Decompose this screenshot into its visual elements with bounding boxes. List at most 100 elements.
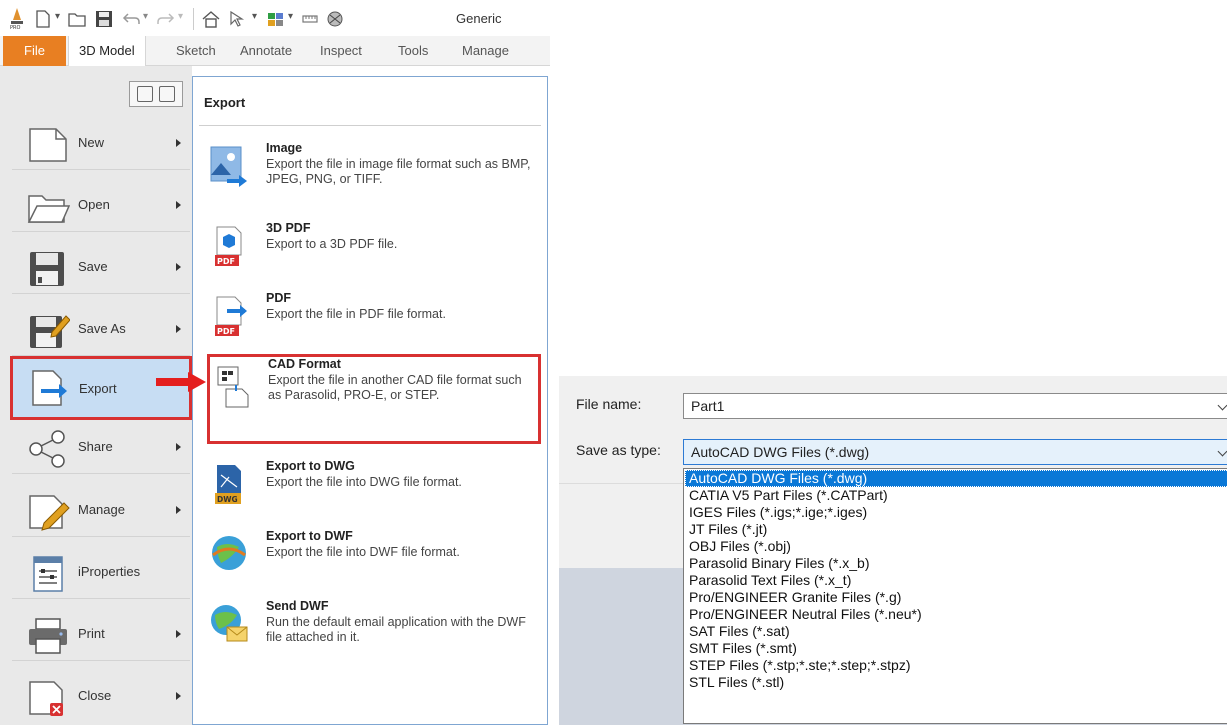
dropdown-option[interactable]: SMT Files (*.smt) (685, 640, 1227, 657)
open-folder-icon (27, 195, 70, 223)
new-document-icon (29, 128, 67, 162)
close-document-icon (29, 681, 63, 716)
submenu-arrow-icon (176, 630, 181, 638)
menu-item-print[interactable]: Print (12, 609, 190, 661)
menu-item-save[interactable]: Save (12, 242, 190, 294)
new-icon[interactable] (34, 10, 52, 28)
menu-item-label: Export (79, 381, 117, 396)
folder-icon[interactable] (159, 86, 175, 102)
submenu-arrow-icon (176, 263, 181, 271)
save-as-type-label: Save as type: (576, 442, 661, 458)
dropdown-option[interactable]: JT Files (*.jt) (685, 521, 1227, 538)
select-icon[interactable] (228, 10, 250, 28)
chevron-down-icon[interactable]: ▾ (178, 11, 183, 29)
inventor-logo-icon[interactable]: PRO (8, 6, 26, 30)
file-name-value: Part1 (691, 398, 725, 414)
recent-documents-toggle[interactable] (129, 81, 183, 107)
tab-sketch[interactable]: Sketch (176, 43, 216, 58)
menu-item-new[interactable]: New (12, 118, 190, 170)
toolbar-divider (193, 8, 194, 30)
tab-file[interactable]: File (3, 36, 66, 66)
home-icon[interactable] (201, 10, 221, 28)
undo-icon[interactable] (121, 10, 141, 28)
export-item-send-dwf[interactable]: Send DWF Run the default email applicati… (205, 599, 535, 669)
export-item-title: 3D PDF (266, 221, 311, 235)
file-name-input[interactable]: Part1 (683, 393, 1227, 419)
menu-item-open[interactable]: Open (12, 180, 190, 232)
menu-item-label: Open (78, 197, 110, 212)
dropdown-option[interactable]: AutoCAD DWG Files (*.dwg) (685, 470, 1227, 487)
save-as-icon (30, 315, 70, 348)
dropdown-option[interactable]: IGES Files (*.igs;*.ige;*.iges) (685, 504, 1227, 521)
dropdown-option[interactable]: STEP Files (*.stp;*.ste;*.step;*.stpz) (685, 657, 1227, 674)
dropdown-option[interactable]: Pro/ENGINEER Neutral Files (*.neu*) (685, 606, 1227, 623)
pdf-icon: PDF (215, 296, 247, 336)
tab-inspect[interactable]: Inspect (320, 43, 362, 58)
svg-text:PDF: PDF (217, 327, 235, 336)
iproperties-icon (33, 556, 63, 592)
submenu-arrow-icon (176, 139, 181, 147)
menu-item-label: New (78, 135, 105, 150)
chevron-down-icon[interactable]: ▾ (55, 11, 60, 29)
export-item-pdf[interactable]: PDF PDF Export the file in PDF file form… (205, 291, 535, 361)
export-item-cad-format[interactable]: CAD Format Export the file in another CA… (207, 354, 541, 444)
menu-item-save-as[interactable]: Save As (12, 304, 190, 356)
menu-item-label: Save (78, 259, 108, 274)
export-item-description: Export the file in PDF file format. (266, 307, 446, 321)
printer-icon (29, 618, 67, 654)
dropdown-option[interactable]: STL Files (*.stl) (685, 674, 1227, 691)
save-as-type-value: AutoCAD DWG Files (*.dwg) (691, 444, 870, 460)
chevron-down-icon[interactable]: ▾ (252, 11, 257, 29)
tab-annotate[interactable]: Annotate (240, 43, 292, 58)
send-dwf-icon (211, 605, 248, 642)
menu-item-iproperties[interactable]: iProperties (12, 547, 190, 599)
export-item-description: Export the file in another CAD file form… (268, 373, 522, 402)
dropdown-option[interactable]: Pro/ENGINEER Granite Files (*.g) (685, 589, 1227, 606)
dropdown-option[interactable]: Parasolid Binary Files (*.x_b) (685, 555, 1227, 572)
redo-icon[interactable] (156, 10, 176, 28)
submenu-arrow-icon (176, 325, 181, 333)
dropdown-option[interactable]: SAT Files (*.sat) (685, 623, 1227, 640)
save-as-type-select[interactable]: AutoCAD DWG Files (*.dwg) (683, 439, 1227, 465)
submenu-arrow-icon (176, 201, 181, 209)
menu-item-manage[interactable]: Manage (12, 485, 190, 537)
chevron-down-icon[interactable] (1217, 400, 1227, 411)
chevron-down-icon[interactable]: ▾ (143, 11, 148, 29)
export-item-dwg[interactable]: DWG Export to DWG Export the file into D… (205, 459, 535, 529)
export-item-dwf[interactable]: Export to DWF Export the file into DWF f… (205, 529, 535, 599)
export-item-image[interactable]: Image Export the file in image file form… (205, 141, 535, 211)
submenu-arrow-icon (176, 506, 181, 514)
annotation-arrow-icon (156, 372, 206, 392)
menu-item-share[interactable]: Share (12, 422, 190, 474)
menu-item-close[interactable]: Close (12, 671, 190, 723)
save-as-dialog: File name: Part1 Save as type: AutoCAD D… (559, 376, 1227, 725)
dropdown-option[interactable]: Parasolid Text Files (*.x_t) (685, 572, 1227, 589)
dropdown-option[interactable]: CATIA V5 Part Files (*.CATPart) (685, 487, 1227, 504)
save-icon[interactable] (95, 10, 113, 28)
submenu-arrow-icon (176, 692, 181, 700)
svg-text:DWG: DWG (217, 495, 238, 504)
tab-manage[interactable]: Manage (462, 43, 509, 58)
share-icon (29, 430, 65, 468)
3d-pdf-icon: PDF (215, 226, 242, 266)
export-icon (32, 370, 67, 406)
material-profile-label[interactable]: Generic (456, 11, 502, 26)
material-icon[interactable] (325, 10, 345, 28)
export-item-description: Export the file in image file format suc… (266, 157, 531, 186)
export-item-3d-pdf[interactable]: PDF 3D PDF Export to a 3D PDF file. (205, 221, 535, 291)
svg-text:PRO: PRO (10, 25, 20, 30)
panel-title: Export (204, 95, 246, 110)
measure-icon[interactable] (300, 10, 320, 28)
export-item-title: CAD Format (268, 357, 341, 371)
chevron-down-icon[interactable]: ▾ (288, 11, 293, 29)
tab-tools[interactable]: Tools (398, 43, 428, 58)
manage-icon (29, 495, 70, 531)
open-icon[interactable] (68, 10, 88, 28)
appearance-icon[interactable] (266, 10, 286, 28)
export-item-description: Export the file into DWG file format. (266, 475, 462, 489)
image-export-icon (210, 146, 247, 187)
documents-icon[interactable] (137, 86, 153, 102)
chevron-down-icon[interactable] (1217, 446, 1227, 457)
tab-3d-model[interactable]: 3D Model (68, 36, 146, 66)
dropdown-option[interactable]: OBJ Files (*.obj) (685, 538, 1227, 555)
